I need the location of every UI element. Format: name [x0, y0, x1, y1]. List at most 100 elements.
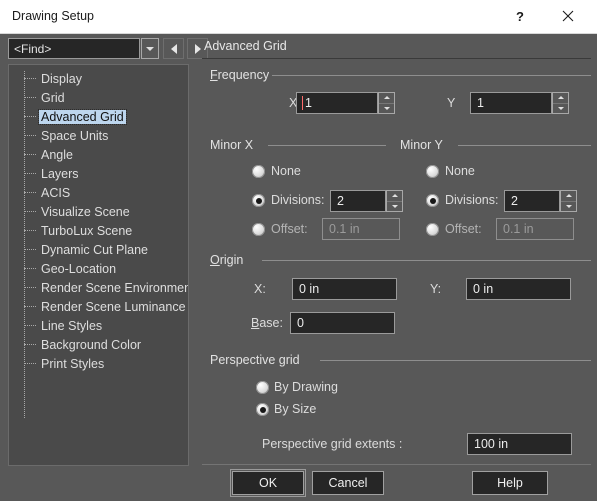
tree-branch-icon — [24, 287, 36, 289]
tree-item-line-styles[interactable]: Line Styles — [9, 316, 188, 335]
tree-branch-icon — [24, 192, 36, 194]
minor-y-group-rule — [458, 145, 591, 146]
tree-item-background-color[interactable]: Background Color — [9, 335, 188, 354]
tree-item-label: Geo-Location — [41, 261, 117, 276]
tree-item-turbolux-scene[interactable]: TurboLux Scene — [9, 221, 188, 240]
minor-x-none-radio[interactable] — [252, 165, 265, 178]
cancel-button[interactable]: Cancel — [312, 471, 384, 495]
window-title: Drawing Setup — [12, 9, 94, 23]
minor-y-divisions-spinner-down[interactable] — [561, 202, 576, 212]
frequency-y-spinner-down[interactable] — [553, 104, 568, 114]
minor-y-none-radio[interactable] — [426, 165, 439, 178]
triangle-up-icon — [565, 194, 572, 198]
minor-x-divisions-spinner-up[interactable] — [387, 191, 402, 202]
minor-x-group-rule — [268, 145, 386, 146]
triangle-up-icon — [557, 96, 564, 100]
perspective-group-rule — [320, 360, 591, 361]
tree-item-acis[interactable]: ACIS — [9, 183, 188, 202]
frequency-y-spinner-up[interactable] — [553, 93, 568, 104]
minor-y-divisions-radio[interactable] — [426, 194, 439, 207]
minor-y-divisions-label[interactable]: Divisions: — [445, 193, 499, 207]
minor-y-divisions-input[interactable]: 2 — [504, 190, 560, 212]
frequency-y-spinner[interactable] — [552, 92, 569, 114]
minor-y-divisions-value: 2 — [511, 194, 518, 208]
origin-group-label: Origin — [210, 253, 244, 267]
tree-item-label: Layers — [41, 166, 79, 181]
nav-previous-button[interactable] — [163, 38, 184, 59]
frequency-y-value: 1 — [477, 96, 484, 110]
tree-item-display[interactable]: Display — [9, 69, 188, 88]
tree-branch-icon — [24, 211, 36, 213]
origin-x-label: X: — [254, 282, 266, 296]
perspective-extents-value: 100 in — [474, 437, 509, 451]
frequency-y-label: Y — [447, 96, 456, 110]
tree-branch-icon — [24, 306, 36, 308]
tree-item-render-scene-environment[interactable]: Render Scene Environment — [9, 278, 188, 297]
minor-y-none-label[interactable]: None — [445, 164, 475, 178]
tree-item-advanced-grid[interactable]: Advanced Grid — [9, 107, 188, 126]
minor-x-divisions-spinner-down[interactable] — [387, 202, 402, 212]
settings-tree[interactable]: Display Grid Advanced Grid Space Units Angle… — [8, 64, 189, 466]
frequency-x-spinner-up[interactable] — [379, 93, 394, 104]
tree-item-render-scene-luminance[interactable]: Render Scene Luminance — [9, 297, 188, 316]
frequency-group-rule — [272, 75, 591, 76]
triangle-down-icon — [391, 204, 398, 208]
tree-item-label: Print Styles — [41, 356, 105, 371]
find-combobox[interactable]: <Find> — [8, 38, 140, 59]
frequency-y-input[interactable]: 1 — [470, 92, 552, 114]
tree-item-dynamic-cut-plane[interactable]: Dynamic Cut Plane — [9, 240, 188, 259]
minor-x-divisions-label[interactable]: Divisions: — [271, 193, 325, 207]
minor-y-offset-value: 0.1 in — [503, 222, 534, 236]
minor-x-divisions-input[interactable]: 2 — [330, 190, 386, 212]
frequency-x-value: 1 — [305, 96, 312, 110]
minor-y-offset-radio[interactable] — [426, 223, 439, 236]
tree-branch-icon — [24, 230, 36, 232]
tree-item-label: Line Styles — [41, 318, 103, 333]
tree-item-geo-location[interactable]: Geo-Location — [9, 259, 188, 278]
frequency-x-spinner-down[interactable] — [379, 104, 394, 114]
origin-y-input[interactable]: 0 in — [466, 278, 571, 300]
minor-x-offset-label[interactable]: Offset: — [271, 222, 308, 236]
triangle-down-icon — [565, 204, 572, 208]
minor-y-offset-label[interactable]: Offset: — [445, 222, 482, 236]
perspective-by-size-label[interactable]: By Size — [274, 402, 316, 416]
perspective-by-size-radio[interactable] — [256, 403, 269, 416]
minor-x-offset-radio[interactable] — [252, 223, 265, 236]
tree-item-grid[interactable]: Grid — [9, 88, 188, 107]
tree-item-label: TurboLux Scene — [41, 223, 133, 238]
tree-item-visualize-scene[interactable]: Visualize Scene — [9, 202, 188, 221]
triangle-left-icon — [170, 43, 177, 54]
chevron-down-glyph — [146, 46, 154, 51]
triangle-up-icon — [383, 96, 390, 100]
origin-x-input[interactable]: 0 in — [292, 278, 397, 300]
ok-button[interactable]: OK — [230, 469, 306, 497]
triangle-down-icon — [557, 106, 564, 110]
chevron-down-icon[interactable] — [141, 38, 159, 59]
minor-x-divisions-radio[interactable] — [252, 194, 265, 207]
origin-base-input[interactable]: 0 — [290, 312, 395, 334]
tree-item-print-styles[interactable]: Print Styles — [9, 354, 188, 373]
minor-y-divisions-spinner-up[interactable] — [561, 191, 576, 202]
minor-x-divisions-spinner[interactable] — [386, 190, 403, 212]
help-question-icon[interactable]: ? — [498, 0, 542, 32]
close-x-icon[interactable] — [546, 0, 590, 32]
minor-x-none-label[interactable]: None — [271, 164, 301, 178]
help-button[interactable]: Help — [472, 471, 548, 495]
perspective-by-drawing-label[interactable]: By Drawing — [274, 380, 338, 394]
origin-base-value: 0 — [297, 316, 304, 330]
minor-x-offset-value: 0.1 in — [329, 222, 360, 236]
minor-y-offset-input: 0.1 in — [496, 218, 574, 240]
tree-item-angle[interactable]: Angle — [9, 145, 188, 164]
tree-branch-icon — [24, 154, 36, 156]
perspective-by-drawing-radio[interactable] — [256, 381, 269, 394]
minor-x-group-label: Minor X — [210, 138, 254, 152]
frequency-x-input[interactable]: 1 — [296, 92, 378, 114]
origin-base-label: Base: — [251, 316, 283, 330]
tree-item-label: Display — [41, 71, 82, 86]
perspective-extents-input[interactable]: 100 in — [467, 433, 572, 455]
origin-y-label: Y: — [430, 282, 442, 296]
frequency-x-spinner[interactable] — [378, 92, 395, 114]
tree-item-space-units[interactable]: Space Units — [9, 126, 188, 145]
tree-item-layers[interactable]: Layers — [9, 164, 188, 183]
minor-y-divisions-spinner[interactable] — [560, 190, 577, 212]
